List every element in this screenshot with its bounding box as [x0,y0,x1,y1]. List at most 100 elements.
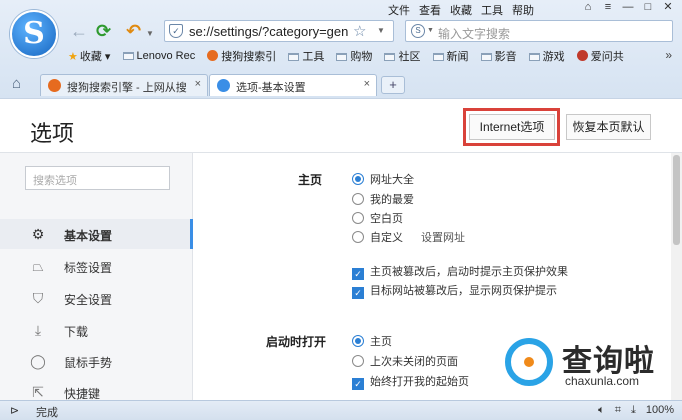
homepage-label: 主页 [298,173,323,187]
search-engine-dropdown-icon[interactable]: ▼ [427,27,434,34]
bookmark-news[interactable]: 新闻 [432,48,469,64]
sidebar-item-basic[interactable]: ⚙ 基本设置 [0,219,193,249]
status-bar: ⊳ 完成 🔈︎ ⌗ ⤓ 100% [0,400,682,420]
homepage-option-nav[interactable]: 网址大全 [352,171,414,187]
folder-icon [528,53,540,61]
restore-defaults-button[interactable]: 恢复本页默认 [566,114,651,140]
sidebar-item-tabs[interactable]: ⏢ 标签设置 [0,251,193,281]
folder-icon [432,53,444,61]
sidebar-item-security[interactable]: ⛉ 安全设置 [0,283,193,313]
sogou-icon [207,50,219,61]
maximize-icon[interactable]: □ [640,1,656,13]
volume-icon[interactable]: 🔈︎ [598,404,605,417]
bookmark-tools[interactable]: 工具 [288,48,324,64]
status-right: 🔈︎ ⌗ ⤓ 100% [588,404,674,417]
menu-tools[interactable]: 工具 [481,2,503,18]
screenshot-icon[interactable]: ⌗ [615,404,621,417]
sogou-logo[interactable]: S [10,10,58,58]
new-tab-button[interactable]: + [381,76,405,94]
bookmark-games[interactable]: 游戏 [528,48,565,64]
tab-sogou-search[interactable]: 搜狗搜索引擎 - 上网从搜 × [40,74,208,96]
tab-close-icon[interactable]: × [195,78,201,90]
shortcut-icon: ⇱ [32,384,44,400]
radio-checked[interactable] [352,173,364,185]
checkbox-checked[interactable]: ✓ [352,287,364,299]
checkbox-checked[interactable]: ✓ [352,268,364,280]
bookmark-iask[interactable]: 爱问共 [576,48,624,64]
sidebar-toggle-icon[interactable]: ⊳ [10,404,19,417]
radio-checked[interactable] [352,335,364,347]
address-bar[interactable]: ✓ se://settings/?category=gen ☆ ▼ [164,20,394,42]
window-controls: ⌂ ≡ — □ ✕ [576,0,676,13]
close-icon[interactable]: ✕ [660,0,676,13]
undo-icon[interactable]: ↶ [126,22,141,40]
folder-icon [336,53,348,61]
download-status-icon[interactable]: ⤓ [631,404,636,417]
home-icon[interactable]: ⌂ [12,75,21,92]
menu-help[interactable]: 帮助 [512,2,534,18]
homepage-option-custom[interactable]: 自定义 设置网址 [352,229,465,245]
radio-unchecked[interactable] [352,212,364,224]
homepage-option-favorites[interactable]: 我的最爱 [352,191,414,207]
sidebar-item-download[interactable]: ⤓ 下载 [0,315,193,345]
startup-label: 启动时打开 [266,335,327,349]
homepage-option-blank[interactable]: 空白页 [352,210,403,226]
status-text: 完成 [36,407,58,419]
tab-bar: ⌂ 搜狗搜索引擎 - 上网从搜 × 选项-基本设置 × + [0,72,682,98]
startup-always-check[interactable]: ✓ 始终打开我的起始页 [352,373,469,390]
skin-icon[interactable]: ⌂ [580,1,596,13]
set-url-link[interactable]: 设置网址 [421,232,465,244]
tab-icon: ⏢ [32,258,44,274]
bookmark-shopping[interactable]: 购物 [336,48,372,64]
menu-file[interactable]: 文件 [388,2,410,18]
minimize-icon[interactable]: — [620,1,636,13]
tab-options[interactable]: 选项-基本设置 × [209,74,377,96]
back-arrow-icon[interactable]: ← [70,22,88,40]
bookmark-community[interactable]: 社区 [384,48,420,64]
startup-option-home[interactable]: 主页 [352,333,392,349]
more-bookmarks-icon[interactable]: » [665,48,672,62]
bookmark-sogou[interactable]: 搜狗搜索引 [207,48,276,64]
menu-view[interactable]: 查看 [419,2,441,18]
address-url[interactable]: se://settings/?category=gen [189,24,349,39]
watermark-url: chaxunla.com [565,374,640,388]
radio-unchecked[interactable] [352,355,364,367]
bookmark-media[interactable]: 影音 [480,48,517,64]
menu-icon[interactable]: ≡ [600,1,616,13]
search-placeholder[interactable]: 输入文字搜索 [438,25,510,42]
refresh-icon[interactable]: ⟳ [96,22,111,40]
site-protect-check[interactable]: ✓ 目标网站被篡改后，显示网页保护提示 [352,282,557,299]
avatar-icon [576,50,588,61]
scrollbar-thumb[interactable] [673,155,680,245]
radio-unchecked[interactable] [352,193,364,205]
options-search-input[interactable]: 搜索选项 [25,166,170,190]
radio-unchecked[interactable] [352,231,364,243]
internet-options-button[interactable]: Internet选项 [469,114,555,140]
magnifier-logo-icon [505,338,553,386]
bookmark-star-icon[interactable]: ☆ [353,22,366,40]
folder-icon [384,53,396,61]
shield-icon: ⛉ [32,290,44,306]
watermark-logo: 查询啦 chaxunla.com [505,336,675,390]
search-engine-icon[interactable]: S [411,24,425,38]
folder-icon [122,52,134,60]
bookmark-lenovo[interactable]: Lenovo Rec [122,50,195,62]
mouse-icon: ◯ [30,353,46,369]
undo-dropdown-icon[interactable]: ▼ [146,25,154,43]
menu-favorites[interactable]: 收藏 [450,2,472,18]
zoom-level[interactable]: 100% [646,404,674,416]
folder-icon [480,53,492,61]
browser-chrome: S ← ⟳ ↶ ▼ ✓ se://settings/?category=gen … [0,0,682,98]
checkbox-checked[interactable]: ✓ [352,378,364,390]
sidebar-item-mouse[interactable]: ◯ 鼠标手势 [0,346,193,376]
shield-icon: ✓ [169,24,183,38]
tab-close-icon[interactable]: × [364,78,370,90]
homepage-protect-check[interactable]: ✓ 主页被篡改后，启动时提示主页保护效果 [352,263,568,280]
bookmark-favorites[interactable]: ★ 收藏 ▾ [68,48,110,64]
bookmarks-bar: ★ 收藏 ▾ Lenovo Rec 搜狗搜索引 工具 购物 社区 新闻 影音 游戏… [68,48,633,66]
address-dropdown-icon[interactable]: ▼ [377,26,385,35]
settings-sidebar: 搜索选项 ⚙ 基本设置 ⏢ 标签设置 ⛉ 安全设置 ⤓ 下载 ◯ 鼠标手势 ⇱ … [0,153,193,401]
page-title: 选项 [30,122,75,147]
search-box[interactable]: S ▼ 输入文字搜索 [405,20,673,42]
startup-option-last[interactable]: 上次未关闭的页面 [352,353,458,369]
